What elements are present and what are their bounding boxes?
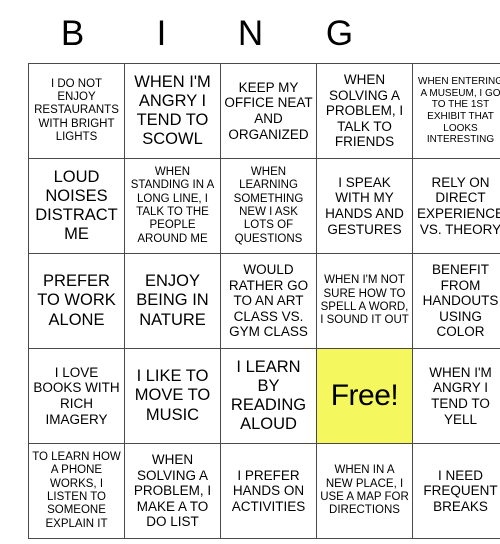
bingo-cell[interactable]: RELY ON DIRECT EXPERIENCE VS. THEORY (412, 158, 500, 254)
bingo-cell-label: TO LEARN HOW A PHONE WORKS, I LISTEN TO … (32, 451, 121, 530)
bingo-cell[interactable]: WHEN SOLVING A PROBLEM, I MAKE A TO DO L… (124, 443, 221, 539)
bingo-cell-label: WOULD RATHER GO TO AN ART CLASS VS. GYM … (228, 261, 309, 340)
bingo-cell-label: BENEFIT FROM HANDOUTS USING COLOR (422, 261, 499, 340)
bingo-cell[interactable]: BENEFIT FROM HANDOUTS USING COLOR (412, 253, 500, 349)
bingo-cell[interactable]: I PREFER HANDS ON ACTIVITIES (220, 443, 317, 539)
bingo-cell[interactable]: I LEARN BY READING ALOUD (220, 348, 317, 444)
bingo-cell[interactable]: WHEN I'M NOT SURE HOW TO SPELL A WORD, I… (316, 253, 413, 349)
bingo-cell-label: WHEN I'M ANGRY I TEND TO YELL (429, 364, 492, 427)
bingo-cell-label: I SPEAK WITH MY HANDS AND GESTURES (325, 174, 404, 237)
bingo-cell-label: I NEED FREQUENT BREAKS (423, 467, 498, 514)
bingo-cell-label: WHEN IN A NEW PLACE, I USE A MAP FOR DIR… (320, 464, 409, 517)
bingo-cell-label: WHEN LEARNING SOMETHING NEW I ASK LOTS O… (233, 166, 304, 245)
bingo-cell[interactable]: KEEP MY OFFICE NEAT AND ORGANIZED (220, 63, 317, 159)
bingo-row: LOUD NOISES DISTRACT ME WHEN STANDING IN… (28, 158, 500, 254)
header-letter-n: N (237, 14, 264, 53)
bingo-cell[interactable]: WOULD RATHER GO TO AN ART CLASS VS. GYM … (220, 253, 317, 349)
bingo-cell-label: WHEN SOLVING A PROBLEM, I MAKE A TO DO L… (133, 451, 212, 530)
bingo-row: I LOVE BOOKS WITH RICH IMAGERY I LIKE TO… (28, 348, 500, 444)
bingo-cell-label: LOUD NOISES DISTRACT ME (35, 167, 118, 244)
bingo-cell-label: RELY ON DIRECT EXPERIENCE VS. THEORY (416, 174, 500, 237)
bingo-cell[interactable]: PREFER TO WORK ALONE (28, 253, 125, 349)
bingo-grid: I DO NOT ENJOY RESTAURANTS WITH BRIGHT L… (28, 63, 500, 539)
bingo-cell[interactable]: WHEN I'M ANGRY I TEND TO SCOWL (124, 63, 221, 159)
bingo-header-row: B I N G (28, 8, 473, 60)
bingo-cell[interactable]: WHEN STANDING IN A LONG LINE, I TALK TO … (124, 158, 221, 254)
bingo-cell[interactable]: WHEN I'M ANGRY I TEND TO YELL (412, 348, 500, 444)
bingo-cell[interactable]: WHEN IN A NEW PLACE, I USE A MAP FOR DIR… (316, 443, 413, 539)
bingo-cell-label: WHEN I'M ANGRY I TEND TO SCOWL (134, 72, 211, 149)
bingo-cell[interactable]: LOUD NOISES DISTRACT ME (28, 158, 125, 254)
bingo-cell[interactable]: ENJOY BEING IN NATURE (124, 253, 221, 349)
bingo-cell-label: WHEN ENTERING A MUSEUM, I GO TO THE 1ST … (418, 76, 500, 146)
bingo-card: B I N G I DO NOT ENJOY RESTAURANTS WITH … (0, 0, 500, 544)
bingo-cell-label: WHEN SOLVING A PROBLEM, I TALK TO FRIEND… (325, 71, 404, 150)
bingo-cell-label: ENJOY BEING IN NATURE (136, 272, 209, 329)
bingo-cell-label: I LIKE TO MOVE TO MUSIC (134, 367, 211, 424)
bingo-cell[interactable]: I NEED FREQUENT BREAKS (412, 443, 500, 539)
bingo-cell-label: WHEN I'M NOT SURE HOW TO SPELL A WORD, I… (320, 274, 409, 327)
bingo-cell-label: KEEP MY OFFICE NEAT AND ORGANIZED (224, 79, 313, 142)
bingo-cell-label: I PREFER HANDS ON ACTIVITIES (231, 467, 306, 514)
bingo-cell[interactable]: I DO NOT ENJOY RESTAURANTS WITH BRIGHT L… (28, 63, 125, 159)
bingo-cell[interactable]: I SPEAK WITH MY HANDS AND GESTURES (316, 158, 413, 254)
header-letter-i: I (156, 14, 167, 53)
bingo-row: I DO NOT ENJOY RESTAURANTS WITH BRIGHT L… (28, 63, 500, 159)
bingo-row: PREFER TO WORK ALONE ENJOY BEING IN NATU… (28, 253, 500, 349)
bingo-free-label: Free! (330, 379, 399, 413)
bingo-cell[interactable]: TO LEARN HOW A PHONE WORKS, I LISTEN TO … (28, 443, 125, 539)
bingo-cell[interactable]: WHEN SOLVING A PROBLEM, I TALK TO FRIEND… (316, 63, 413, 159)
bingo-free-cell[interactable]: Free! (316, 348, 413, 444)
bingo-cell[interactable]: WHEN ENTERING A MUSEUM, I GO TO THE 1ST … (412, 63, 500, 159)
bingo-cell[interactable]: I LIKE TO MOVE TO MUSIC (124, 348, 221, 444)
bingo-row: TO LEARN HOW A PHONE WORKS, I LISTEN TO … (28, 443, 500, 539)
bingo-cell-label: PREFER TO WORK ALONE (37, 272, 116, 329)
bingo-grid-body: I DO NOT ENJOY RESTAURANTS WITH BRIGHT L… (28, 63, 500, 539)
bingo-cell[interactable]: WHEN LEARNING SOMETHING NEW I ASK LOTS O… (220, 158, 317, 254)
bingo-cell-label: I DO NOT ENJOY RESTAURANTS WITH BRIGHT L… (34, 77, 119, 143)
bingo-cell-label: WHEN STANDING IN A LONG LINE, I TALK TO … (130, 166, 215, 245)
header-letter-b: B (60, 14, 85, 53)
header-letter-g: G (325, 14, 354, 53)
bingo-cell[interactable]: I LOVE BOOKS WITH RICH IMAGERY (28, 348, 125, 444)
bingo-cell-label: I LEARN BY READING ALOUD (230, 357, 307, 434)
bingo-cell-label: I LOVE BOOKS WITH RICH IMAGERY (33, 364, 120, 427)
